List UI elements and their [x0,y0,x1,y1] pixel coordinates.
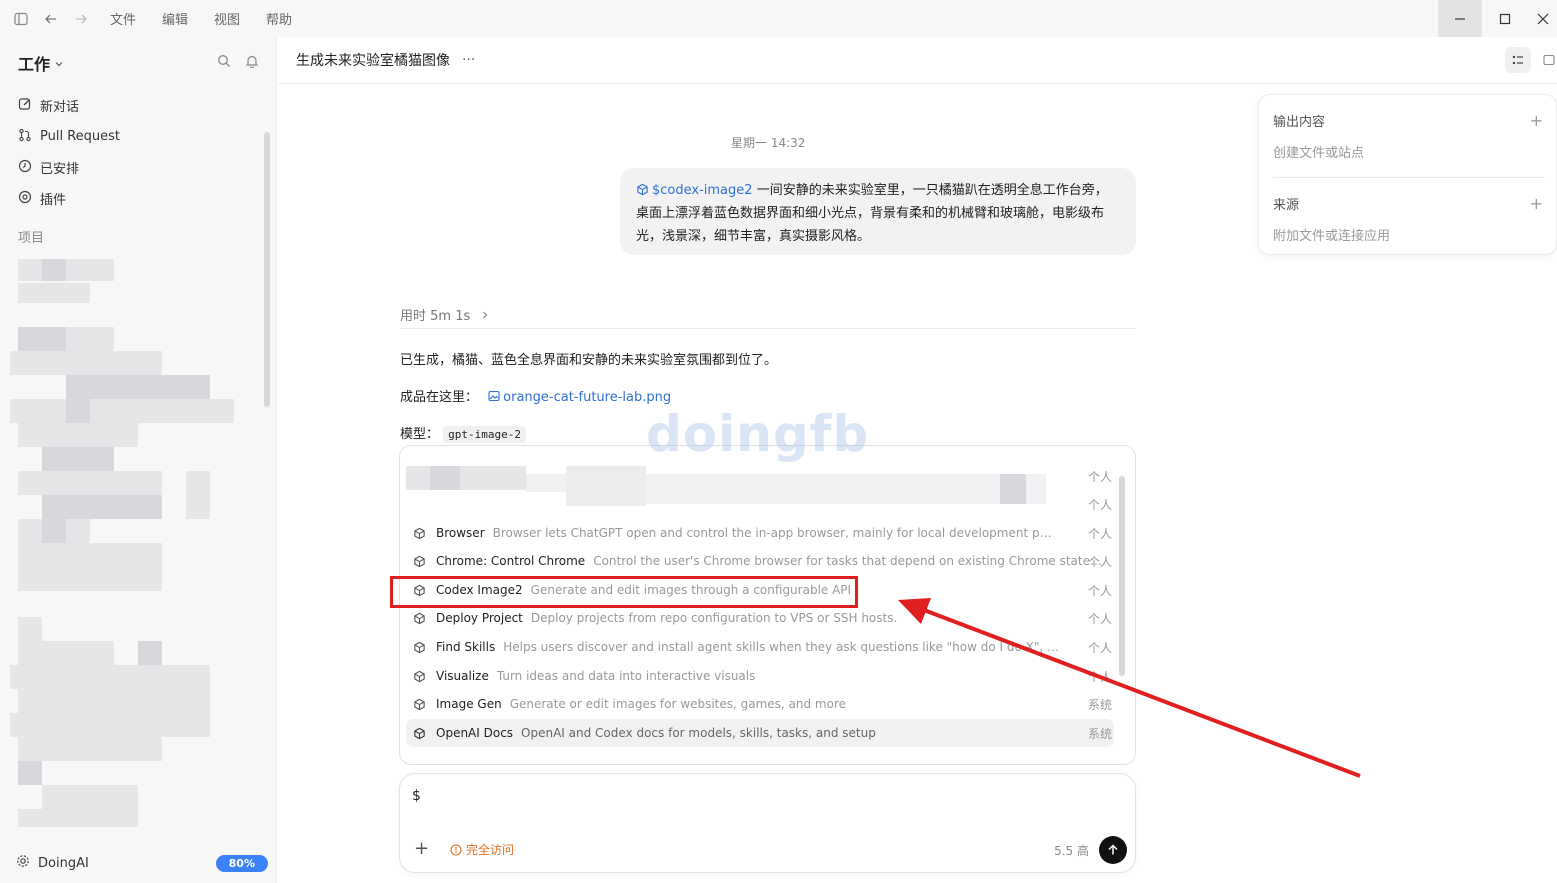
annotation-arrow [898,598,1361,778]
